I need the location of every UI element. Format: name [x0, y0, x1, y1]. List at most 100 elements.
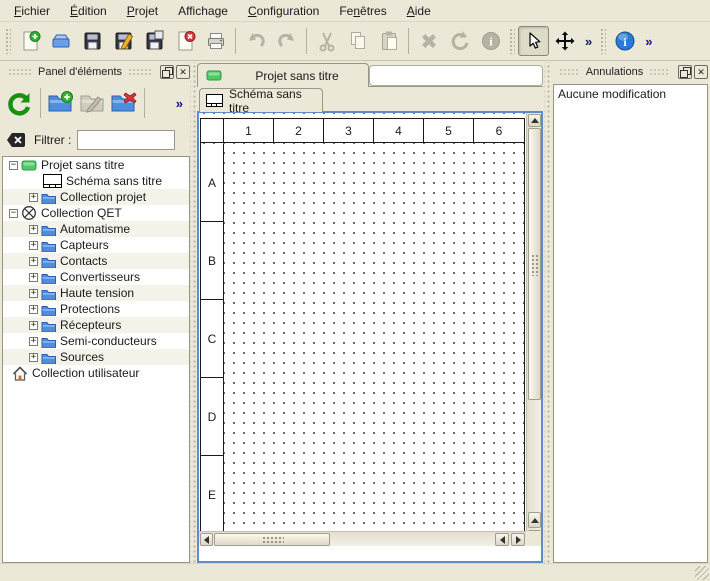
tree-item-sources[interactable]: +Sources — [3, 349, 189, 365]
open-button[interactable] — [45, 26, 76, 56]
cross-delete-icon — [418, 30, 440, 52]
menu-dition[interactable]: Édition — [60, 1, 117, 21]
row-header-A: A — [201, 144, 223, 222]
expand-icon[interactable]: + — [29, 353, 38, 362]
pan-mode-button[interactable] — [549, 26, 580, 56]
panel-overflow-button[interactable]: » — [171, 96, 188, 111]
tree-item-convertisseurs[interactable]: +Convertisseurs — [3, 269, 189, 285]
tree-item-sch-ma-sans-titre[interactable]: Schéma sans titre — [3, 173, 189, 189]
expand-icon[interactable]: + — [29, 321, 38, 330]
toolbar-separator — [235, 28, 236, 54]
close-icon[interactable]: ✕ — [176, 65, 190, 79]
tree-item-r-cepteurs[interactable]: +Récepteurs — [3, 317, 189, 333]
move-cross-icon — [554, 30, 576, 52]
folder-edit-icon — [79, 90, 106, 117]
home-icon — [12, 366, 28, 381]
scroll-up-icon[interactable] — [528, 114, 541, 127]
pages-copy-icon — [347, 30, 369, 52]
print-button[interactable] — [200, 26, 231, 56]
resize-grip-icon[interactable] — [695, 566, 709, 580]
tree-item-label: Protections — [60, 302, 120, 316]
reload-collections-button[interactable] — [4, 86, 36, 120]
new-document-button[interactable] — [14, 26, 45, 56]
save-as-button[interactable] — [107, 26, 138, 56]
close-icon[interactable]: ✕ — [694, 65, 708, 79]
delete-button — [413, 26, 444, 56]
toolbar-handle-icon[interactable] — [600, 28, 606, 54]
dock-handle-icon[interactable] — [128, 68, 152, 76]
horizontal-scrollbar[interactable] — [199, 531, 526, 546]
selection-mode-button[interactable] — [518, 26, 549, 56]
folder-add-icon — [47, 90, 74, 117]
scroll-right-icon[interactable] — [511, 533, 525, 546]
collapse-icon[interactable]: − — [9, 161, 18, 170]
close-document-button[interactable] — [169, 26, 200, 56]
expand-icon[interactable]: + — [29, 289, 38, 298]
expand-icon[interactable]: + — [29, 225, 38, 234]
tree-item-haute-tension[interactable]: + Haute tension — [3, 285, 189, 301]
undo-history-list[interactable]: Aucune modification — [553, 84, 708, 563]
dock-handle-icon[interactable] — [559, 68, 580, 76]
tab-project-label: Projet sans titre — [226, 69, 368, 83]
new-category-button[interactable] — [45, 86, 77, 120]
vertical-scrollbar[interactable] — [526, 113, 541, 546]
expand-icon[interactable]: + — [29, 241, 38, 250]
tree-item-projet-sans-titre[interactable]: −Projet sans titre — [3, 157, 189, 173]
right-splitter[interactable] — [544, 62, 551, 563]
tree-item-contacts[interactable]: +Contacts — [3, 253, 189, 269]
dock-handle-icon[interactable] — [649, 68, 670, 76]
diagram-info-button[interactable]: i — [609, 26, 640, 56]
vertical-scrollbar-thumb[interactable] — [528, 128, 541, 400]
menu-projet[interactable]: Projet — [117, 1, 168, 21]
expand-icon[interactable]: + — [29, 305, 38, 314]
expand-icon[interactable]: + — [29, 273, 38, 282]
toolbar-overflow-button[interactable]: » — [580, 34, 597, 49]
tab-schema[interactable]: Schéma sans titre — [199, 88, 323, 112]
dock-handle-icon[interactable] — [8, 68, 32, 76]
horizontal-scrollbar-thumb[interactable] — [214, 533, 330, 546]
expand-icon[interactable]: + — [29, 193, 38, 202]
frame-row-header: ABCDE — [201, 144, 224, 546]
save-button[interactable] — [76, 26, 107, 56]
tree-item-collection-utilisateur[interactable]: Collection utilisateur — [3, 365, 189, 381]
menu-fentres[interactable]: Fenêtres — [329, 1, 396, 21]
status-bar — [0, 563, 710, 581]
save-all-button[interactable] — [138, 26, 169, 56]
expand-icon[interactable]: + — [29, 337, 38, 346]
clear-filter-icon[interactable] — [6, 132, 26, 148]
diagram-canvas[interactable]: 123456 ABCDE — [199, 113, 526, 546]
menu-affichage[interactable]: Affichage — [168, 1, 238, 21]
menu-aide[interactable]: Aide — [397, 1, 441, 21]
tree-item-collection-qet[interactable]: −Collection QET — [3, 205, 189, 221]
toolbar-handle-icon[interactable] — [5, 28, 11, 54]
toolbar-separator — [408, 28, 409, 54]
folder-icon — [41, 303, 56, 316]
frame-column-header: 123456 — [201, 119, 524, 143]
float-icon[interactable] — [160, 65, 174, 79]
tree-item-capteurs[interactable]: +Capteurs — [3, 237, 189, 253]
tabbar-empty-area — [369, 65, 543, 86]
expand-icon[interactable]: + — [29, 257, 38, 266]
tree-item-collection-projet[interactable]: +Collection projet — [3, 189, 189, 205]
redo-arrow-icon — [276, 30, 298, 52]
scroll-up-icon[interactable] — [528, 512, 541, 528]
filter-input[interactable] — [77, 130, 175, 150]
toolbar-overflow-button[interactable]: » — [640, 34, 657, 49]
delete-category-button[interactable] — [108, 86, 140, 120]
scroll-left-icon[interactable] — [200, 533, 213, 546]
column-header-2: 2 — [274, 119, 324, 142]
left-splitter[interactable] — [190, 62, 197, 563]
tree-item-label: Semi-conducteurs — [60, 334, 157, 348]
element-panel-toolbar: » — [4, 84, 188, 122]
tree-item-semi-conducteurs[interactable]: + Semi-conducteurs — [3, 333, 189, 349]
scroll-left-icon[interactable] — [495, 533, 509, 546]
menu-configuration[interactable]: Configuration — [238, 1, 329, 21]
tab-project[interactable]: Projet sans titre — [197, 63, 369, 87]
collapse-icon[interactable]: − — [9, 209, 18, 218]
tree-item-label: Haute tension — [60, 286, 134, 300]
tree-item-protections[interactable]: + Protections — [3, 301, 189, 317]
toolbar-handle-icon[interactable] — [509, 28, 515, 54]
float-icon[interactable] — [678, 65, 692, 79]
tree-item-automatisme[interactable]: +Automatisme — [3, 221, 189, 237]
menu-fichier[interactable]: Fichier — [4, 1, 60, 21]
